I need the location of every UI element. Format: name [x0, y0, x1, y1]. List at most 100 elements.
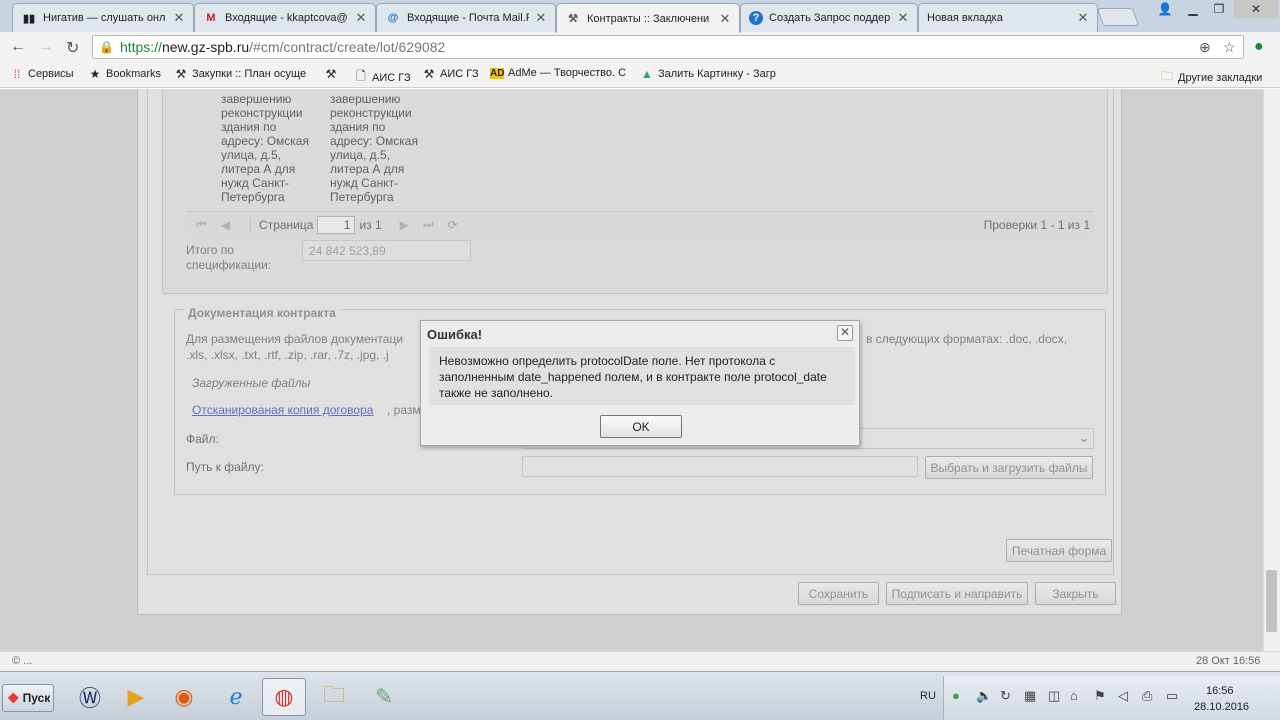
bookmark-label: АИС ГЗ: [440, 68, 479, 80]
tab-label: Контракты :: Заключени: [587, 12, 710, 25]
close-icon[interactable]: ✕: [355, 10, 367, 26]
gavel-icon: ⚒: [568, 13, 578, 25]
bookmark-zakupki[interactable]: ⚒ Закупки :: План осуще: [174, 67, 306, 81]
tab-music[interactable]: ▮▮ Нигатив — слушать онл ✕: [12, 3, 194, 32]
tray-icon[interactable]: ◫: [1048, 688, 1060, 704]
error-dialog: Ошибка! ✕ Невозможно определить protocol…: [420, 320, 860, 446]
tab-label: Создать Запрос поддер: [769, 12, 891, 24]
adme-icon: AD: [490, 67, 505, 79]
connection-icon[interactable]: ▭: [1166, 688, 1178, 704]
mail-ru-icon: @: [387, 12, 399, 24]
vertical-scrollbar[interactable]: [1263, 89, 1280, 651]
url-host: new.gz-spb.ru: [161, 39, 250, 55]
page-icon: 🗋: [356, 69, 366, 83]
tab-new[interactable]: Новая вкладка ✕: [918, 3, 1098, 32]
bookmark-gavel[interactable]: ⚒: [324, 67, 342, 81]
bookmark-label: Закупки :: План осуще: [192, 68, 307, 80]
dialog-title: Ошибка!: [427, 327, 483, 342]
tab-label: Входящие - kkaptcova@: [225, 12, 348, 24]
paint-icon[interactable]: ✎: [362, 678, 406, 716]
close-window-icon[interactable]: ✕: [1234, 0, 1278, 18]
play-icon: ▮▮: [22, 12, 36, 25]
bookmark-label: Залить Картинку - Загр: [658, 68, 776, 80]
status-left: © ...: [12, 655, 33, 667]
help-icon: ?: [749, 11, 763, 25]
apps-icon: ⁞⁞: [13, 67, 21, 81]
folder-icon: 🗀: [1160, 69, 1173, 83]
gavel-icon: ⚒: [423, 67, 435, 81]
bookmark-services[interactable]: ⁞⁞ Сервисы: [10, 67, 74, 81]
flag-icon[interactable]: ⚑: [1094, 688, 1106, 704]
ie-icon[interactable]: ℯ: [214, 678, 258, 716]
tab-label: Входящие - Почта Mail.R: [407, 12, 529, 24]
ok-button[interactable]: OK: [600, 415, 682, 438]
scrollbar-thumb[interactable]: [1266, 570, 1277, 632]
forward-icon[interactable]: →: [38, 38, 54, 56]
volume-icon[interactable]: 🔈: [976, 688, 992, 704]
bookmark-image[interactable]: ▲ Залить Картинку - Загр: [640, 67, 776, 81]
gavel-icon: ⚒: [175, 67, 187, 81]
tab-strip: ▮▮ Нигатив — слушать онл ✕ M Входящие - …: [0, 0, 1280, 33]
bookmark-label: AdMe — Творчество. С: [508, 67, 627, 79]
start-button[interactable]: ❖ Пуск: [2, 684, 54, 712]
bookmark-ais-1[interactable]: 🗋 АИС ГЗ: [354, 67, 411, 88]
tab-mail-ru[interactable]: @ Входящие - Почта Mail.R ✕: [376, 3, 556, 32]
firefox-icon[interactable]: ◉: [162, 678, 206, 716]
usb-icon[interactable]: ⌂: [1070, 688, 1078, 703]
bookmark-other[interactable]: 🗀 Другие закладки: [1160, 67, 1262, 88]
close-icon[interactable]: ✕: [535, 10, 547, 26]
tab-label: Новая вкладка: [927, 12, 1003, 24]
system-tray: ● 🔈 ↻ ▦ ◫ ⌂ ⚑ ◁ ⎙ ▭ 16:56 28.10.2016: [943, 676, 1280, 720]
lock-icon: 🔒: [99, 40, 114, 54]
bookmark-label: АИС ГЗ: [372, 71, 411, 84]
url-path: /#cm/contract/create/lot/629082: [249, 39, 446, 55]
bookmark-ais-2[interactable]: ⚒ АИС ГЗ: [422, 67, 479, 81]
tray-app-icon[interactable]: ●: [952, 688, 960, 703]
bookmark-label: Сервисы: [28, 68, 74, 80]
new-tab-button[interactable]: [1096, 8, 1140, 26]
tab-support[interactable]: ? Создать Запрос поддер ✕: [740, 3, 918, 32]
clock-time: 16:56: [1206, 685, 1234, 697]
close-icon[interactable]: ✕: [1077, 10, 1089, 26]
media-player-icon[interactable]: ▶: [114, 678, 158, 716]
close-icon[interactable]: ✕: [173, 10, 185, 26]
sync-icon[interactable]: ↻: [1000, 688, 1011, 704]
speaker-icon[interactable]: ◁: [1118, 688, 1128, 704]
language-indicator[interactable]: RU: [920, 690, 936, 702]
restore-icon[interactable]: ❐: [1206, 0, 1232, 18]
explorer-icon[interactable]: 🗀: [312, 678, 356, 716]
bookmarks-bar: ⁞⁞ Сервисы ★ Bookmarks ⚒ Закупки :: План ос…: [0, 62, 1280, 88]
status-bar: © ... 28 Окт 16:56: [0, 651, 1280, 671]
star-icon[interactable]: ☆: [1223, 39, 1236, 56]
extension-icon[interactable]: ●: [1254, 38, 1264, 56]
bookmark-bookmarks[interactable]: ★ Bookmarks: [88, 67, 161, 81]
taskbar: ❖ Пуск Ⓦ ▶ ◉ ℯ ◍ 🗀 ✎ RU ● 🔈 ↻ ▦ ◫ ⌂ ⚑ ◁ …: [0, 671, 1280, 720]
gmail-icon: M: [206, 12, 216, 24]
bookmark-adme[interactable]: AD AdMe — Творчество. С: [490, 67, 626, 79]
bookmark-label: Bookmarks: [106, 68, 162, 80]
bookmark-label: Другие закладки: [1178, 71, 1263, 84]
tab-label: Нигатив — слушать онл: [43, 12, 166, 24]
dialog-message: Невозможно определить protocolDate поле.…: [429, 347, 855, 405]
zoom-icon[interactable]: ⊕: [1199, 39, 1211, 56]
close-icon[interactable]: ✕: [897, 10, 909, 26]
star-icon: ★: [89, 67, 101, 81]
image-icon: ▲: [641, 67, 653, 81]
tab-contracts[interactable]: ⚒ Контракты :: Заключени ✕: [556, 3, 740, 33]
app-w-icon[interactable]: Ⓦ: [68, 678, 112, 716]
address-bar[interactable]: 🔒 https://new.gz-spb.ru/#cm/contract/cre…: [92, 35, 1244, 59]
url-scheme: https://: [119, 39, 162, 55]
reload-icon[interactable]: ↻: [66, 38, 79, 58]
network-icon[interactable]: ▦: [1024, 688, 1036, 704]
minimize-icon[interactable]: ▁: [1180, 0, 1206, 18]
page-content: завершению реконструкции здания по адрес…: [0, 89, 1280, 651]
close-icon[interactable]: ✕: [719, 11, 731, 27]
windows-icon: ❖: [7, 689, 20, 706]
user-icon[interactable]: 👤: [1152, 0, 1178, 18]
close-icon[interactable]: ✕: [837, 325, 853, 341]
tab-gmail[interactable]: M Входящие - kkaptcova@ ✕: [194, 3, 376, 32]
start-label: Пуск: [22, 691, 51, 705]
chrome-icon[interactable]: ◍: [262, 678, 306, 716]
back-icon[interactable]: ←: [10, 38, 26, 56]
printer-icon[interactable]: ⎙: [1142, 688, 1152, 704]
